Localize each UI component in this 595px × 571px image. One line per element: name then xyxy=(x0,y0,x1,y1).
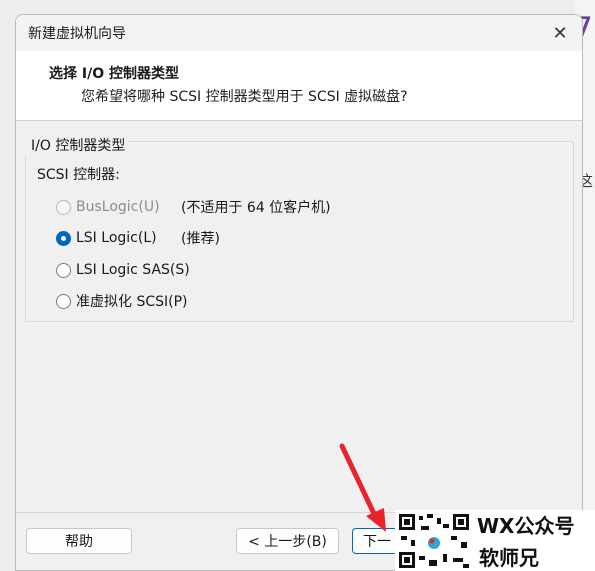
watermark-overlay: WX公众号 软师兄 xyxy=(395,510,595,571)
radio-button-icon[interactable] xyxy=(56,262,71,278)
page-subtitle: 您希望将哪种 SCSI 控制器类型用于 SCSI 虚拟磁盘? xyxy=(81,89,408,105)
radio-note: (不适用于 64 位客户机) xyxy=(181,200,331,216)
help-button[interactable]: 帮助 xyxy=(26,528,132,554)
qr-code-icon xyxy=(397,512,471,570)
radio-paravirtual-scsi[interactable]: 准虚拟化 SCSI(P) xyxy=(56,290,188,312)
watermark-text-line2: 软师兄 xyxy=(479,546,539,570)
radio-note: (推荐) xyxy=(181,231,220,247)
groupbox-legend: I/O 控制器类型 xyxy=(25,135,129,155)
page-title: 选择 I/O 控制器类型 xyxy=(49,66,179,82)
radio-lsi-logic-sas[interactable]: LSI Logic SAS(S) xyxy=(56,259,190,281)
red-pointer-arrow-icon xyxy=(339,443,386,532)
watermark-text-line1: WX公众号 xyxy=(477,514,575,538)
radio-buslogic: BusLogic(U) xyxy=(56,196,160,218)
radio-button-icon[interactable] xyxy=(56,293,71,309)
radio-button-icon xyxy=(56,199,71,215)
new-vm-wizard-dialog: 新建虚拟机向导 ✕ 选择 I/O 控制器类型 您希望将哪种 SCSI 控制器类型… xyxy=(15,14,583,571)
radio-label[interactable]: LSI Logic SAS(S) xyxy=(76,262,190,278)
close-button[interactable]: ✕ xyxy=(546,19,574,47)
radio-label[interactable]: 准虚拟化 SCSI(P) xyxy=(76,291,188,311)
title-bar: 新建虚拟机向导 ✕ xyxy=(16,15,582,51)
back-button[interactable]: < 上一步(B) xyxy=(236,528,339,554)
radio-label[interactable]: LSI Logic(L) xyxy=(76,230,157,246)
close-icon: ✕ xyxy=(552,22,568,44)
wizard-header: 选择 I/O 控制器类型 您希望将哪种 SCSI 控制器类型用于 SCSI 虚拟… xyxy=(16,51,582,121)
radio-button-icon[interactable] xyxy=(56,230,71,246)
scsi-controller-label: SCSI 控制器: xyxy=(37,167,120,183)
radio-lsi-logic[interactable]: LSI Logic(L) xyxy=(56,227,157,249)
window-title: 新建虚拟机向导 xyxy=(28,26,126,42)
radio-label: BusLogic(U) xyxy=(76,199,160,215)
